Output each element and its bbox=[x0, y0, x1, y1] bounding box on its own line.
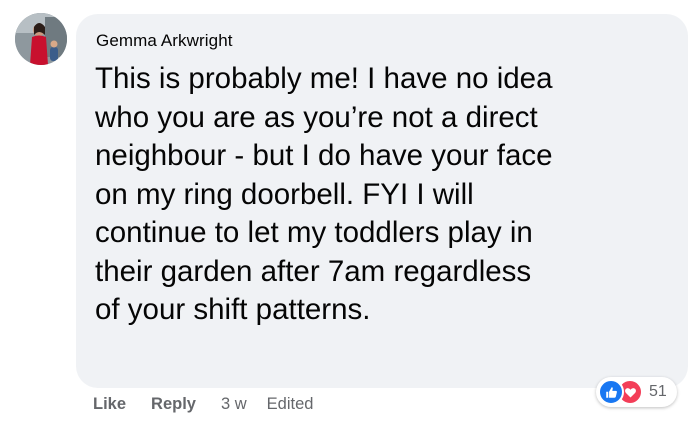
comment-actions: Like Reply 3 w Edited bbox=[93, 395, 313, 414]
reaction-count: 51 bbox=[649, 383, 667, 400]
comment-bubble: Gemma Arkwright This is probably me! I h… bbox=[76, 14, 688, 388]
comment-line: on my ring doorbell. FYI I will bbox=[95, 177, 474, 211]
comment-line: This is probably me! I have no idea bbox=[95, 62, 553, 95]
like-reaction-icon bbox=[598, 379, 624, 405]
comment-line: who you are as you’re not a direct bbox=[95, 100, 538, 134]
edited-label[interactable]: Edited bbox=[267, 395, 314, 414]
comment-text: This is probably me! I have no idea who … bbox=[95, 60, 675, 330]
reply-button[interactable]: Reply bbox=[151, 395, 196, 414]
profile-photo-icon bbox=[15, 13, 67, 65]
avatar[interactable] bbox=[15, 13, 67, 65]
like-button[interactable]: Like bbox=[93, 395, 126, 414]
comment: Gemma Arkwright This is probably me! I h… bbox=[0, 0, 700, 424]
comment-line: neighbour - but I do have your face bbox=[95, 139, 553, 172]
comment-line: of your shift patterns. bbox=[95, 293, 371, 326]
comment-line: their garden after 7am regardless bbox=[95, 254, 532, 288]
author-name[interactable]: Gemma Arkwright bbox=[96, 31, 233, 51]
timestamp[interactable]: 3 w bbox=[221, 395, 247, 414]
reactions-summary[interactable]: 51 bbox=[596, 377, 677, 407]
comment-line: continue to let my toddlers play in bbox=[95, 216, 533, 249]
